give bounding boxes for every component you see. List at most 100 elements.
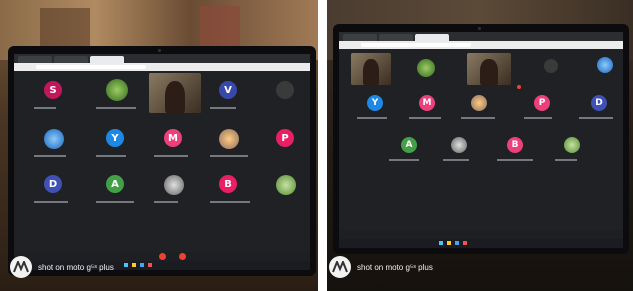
avatar-letter: Y	[111, 132, 119, 144]
camera-watermark: shot on moto g⁵ˢ plus	[10, 256, 114, 278]
participant-name	[389, 159, 419, 161]
participant-name	[34, 201, 68, 203]
participant-name	[524, 117, 552, 119]
participant-name	[34, 107, 56, 109]
webcam	[158, 49, 161, 52]
url-field[interactable]	[361, 43, 471, 47]
taskbar-app-icon[interactable]	[132, 263, 136, 267]
participant-name	[96, 201, 134, 203]
avatar-letter: D	[48, 178, 58, 190]
participant-avatar: B	[507, 137, 523, 153]
address-bar	[14, 63, 310, 71]
camera-watermark: shot on moto g⁵ˢ plus	[329, 256, 433, 278]
browser-tab[interactable]	[379, 34, 413, 41]
browser-tab-strip	[14, 54, 310, 63]
browser-tab-active[interactable]	[90, 56, 124, 63]
motorola-logo-icon	[10, 256, 32, 278]
browser-tab-active[interactable]	[415, 34, 449, 41]
participant-name	[96, 155, 126, 157]
avatar-letter: M	[422, 98, 432, 108]
taskbar-app-icon[interactable]	[439, 241, 443, 245]
avatar-letter: V	[224, 84, 232, 96]
participant-photo	[276, 175, 296, 195]
taskbar-app-icon[interactable]	[463, 241, 467, 245]
participant-photo	[544, 59, 558, 73]
participant-avatar: M	[419, 95, 435, 111]
mute-indicator-icon	[517, 85, 521, 89]
motorola-logo-icon	[329, 256, 351, 278]
participant-name	[210, 107, 236, 109]
avatar-letter: A	[405, 140, 413, 150]
participant-name	[555, 159, 577, 161]
participant-avatar: A	[401, 137, 417, 153]
laptop-screen: Y M P D A B	[339, 32, 623, 248]
participant-name	[154, 201, 178, 203]
participant-video	[149, 73, 201, 113]
url-field[interactable]	[36, 65, 146, 69]
avatar-letter: B	[511, 140, 519, 150]
avatar-letter: P	[281, 132, 289, 144]
participant-avatar: M	[164, 129, 182, 147]
participant-photo	[219, 129, 239, 149]
participant-avatar: D	[591, 95, 607, 111]
browser-tab[interactable]	[343, 34, 377, 41]
participant-name	[34, 155, 66, 157]
participant-avatar: P	[534, 95, 550, 111]
participant-name	[461, 117, 495, 119]
avatar-letter: P	[538, 98, 546, 108]
photo-right: Y M P D A B shot on moto g⁵ˢ plus	[327, 0, 633, 291]
participant-photo	[276, 81, 294, 99]
taskbar-app-icon[interactable]	[447, 241, 451, 245]
participant-photo	[106, 79, 128, 101]
mic-off-button[interactable]	[159, 253, 166, 260]
participant-avatar: D	[44, 175, 62, 193]
laptop-screen: S V Y M P D A B	[14, 54, 310, 270]
participant-photo	[164, 175, 184, 195]
participant-avatar: V	[219, 81, 237, 99]
avatar-letter: Y	[371, 98, 379, 108]
watermark-text: shot on moto g⁵ˢ plus	[38, 262, 114, 272]
participant-avatar: S	[44, 81, 62, 99]
browser-tab[interactable]	[18, 56, 52, 63]
participant-video	[467, 53, 511, 85]
address-bar	[339, 41, 623, 49]
furniture	[200, 6, 240, 46]
participant-photo	[564, 137, 580, 153]
taskbar-app-icon[interactable]	[124, 263, 128, 267]
meeting-grid: S V Y M P D A B	[14, 71, 310, 252]
browser-tab[interactable]	[54, 56, 88, 63]
laptop: Y M P D A B	[333, 24, 629, 254]
participant-name	[443, 159, 469, 161]
participant-name	[409, 117, 441, 119]
meeting-grid: Y M P D A B	[339, 49, 623, 230]
participant-name	[154, 155, 188, 157]
meeting-controls	[339, 230, 623, 239]
participant-name	[96, 107, 136, 109]
taskbar-app-icon[interactable]	[148, 263, 152, 267]
camera-off-button[interactable]	[179, 253, 186, 260]
taskbar-app-icon[interactable]	[140, 263, 144, 267]
participant-name	[210, 155, 248, 157]
avatar-letter: D	[595, 98, 603, 108]
participant-avatar: Y	[106, 129, 124, 147]
taskbar	[339, 239, 623, 248]
participant-name	[497, 159, 533, 161]
photo-left: S V Y M P D A B shot on moto g⁵ˢ plus	[0, 0, 318, 291]
avatar-letter: A	[111, 178, 119, 190]
participant-name	[357, 117, 387, 119]
participant-photo	[44, 129, 64, 149]
participant-avatar: Y	[367, 95, 383, 111]
taskbar-app-icon[interactable]	[455, 241, 459, 245]
participant-avatar: B	[219, 175, 237, 193]
browser-tab-strip	[339, 32, 623, 41]
participant-video	[351, 53, 391, 85]
watermark-text: shot on moto g⁵ˢ plus	[357, 262, 433, 272]
avatar-letter: B	[224, 178, 232, 190]
participant-photo	[471, 95, 487, 111]
avatar-letter: S	[49, 84, 57, 96]
laptop: S V Y M P D A B	[8, 46, 316, 276]
participant-avatar: P	[276, 129, 294, 147]
participant-name	[579, 117, 613, 119]
participant-name	[210, 201, 250, 203]
participant-avatar: A	[106, 175, 124, 193]
